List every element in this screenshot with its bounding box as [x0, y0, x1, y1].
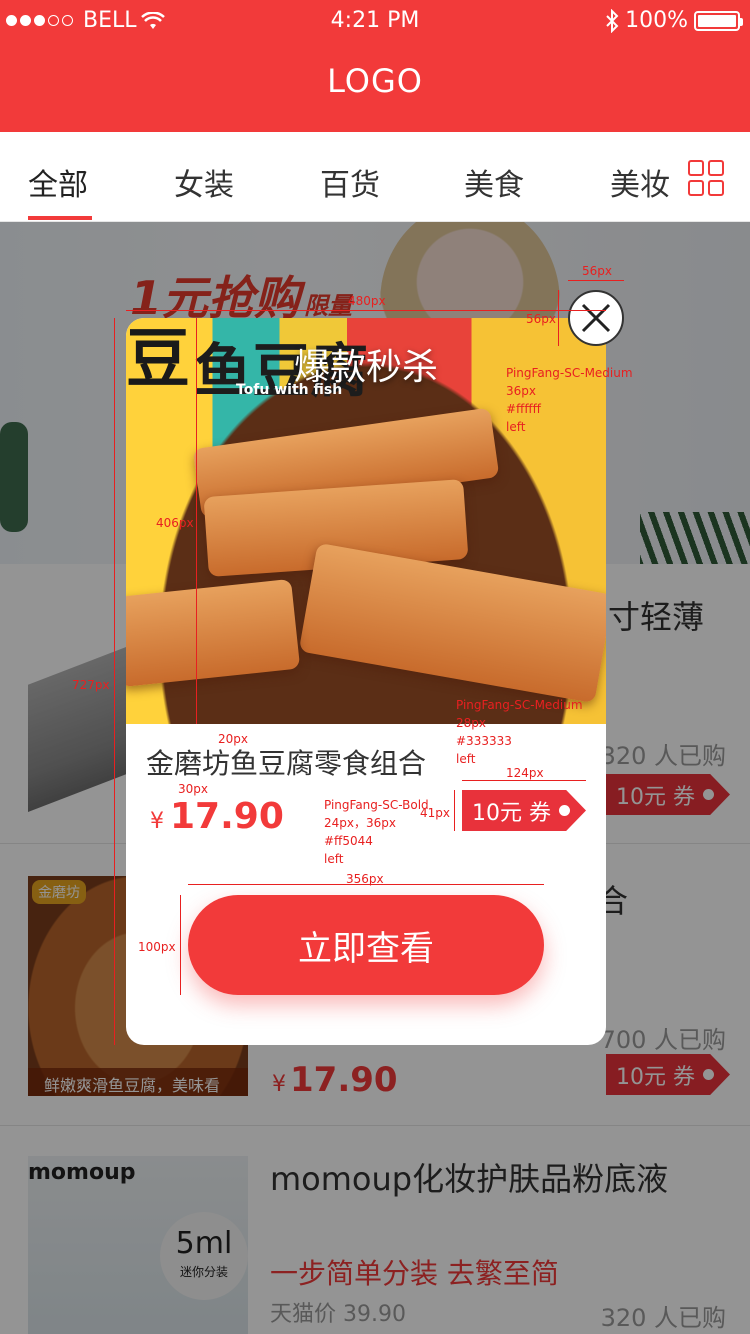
- dimension-line: [114, 318, 115, 1045]
- tab-beauty[interactable]: 美妆: [610, 160, 670, 204]
- status-bar: BELL 4:21 PM 100%: [0, 0, 750, 40]
- tofu-piece: [126, 578, 301, 688]
- close-popup-button[interactable]: [568, 290, 624, 346]
- dimension-line: [568, 280, 624, 281]
- dimension-line: [196, 318, 197, 724]
- dimension-line: [558, 290, 559, 346]
- dimension-label: 56px: [582, 264, 612, 278]
- dimension-label: 100px: [138, 940, 176, 954]
- dimension-line: [454, 790, 455, 831]
- tab-food[interactable]: 美食: [464, 160, 524, 204]
- font-spec-price: PingFang-SC-Bold 24px，36px #ff5044 left: [324, 798, 429, 866]
- popup-coupon-badge[interactable]: 10元 券: [462, 790, 586, 831]
- dimension-label: 56px: [526, 312, 556, 326]
- battery-icon: [694, 10, 743, 31]
- dimension-line: [180, 895, 181, 995]
- all-categories-grid-icon[interactable]: [688, 160, 724, 196]
- close-icon: [581, 303, 611, 333]
- font-spec-heading: PingFang-SC-Medium 36px #ffffff left: [506, 366, 633, 434]
- dimension-label: 356px: [346, 872, 384, 886]
- popup-product-name: 金磨坊鱼豆腐零食组合: [146, 747, 427, 780]
- dimension-label: 727px: [72, 678, 110, 692]
- font-spec-product-name: PingFang-SC-Medium 28px #333333 left: [456, 698, 583, 766]
- dimension-label: 406px: [156, 516, 194, 530]
- top-bar: BELL 4:21 PM 100% LOGO: [0, 0, 750, 132]
- active-tab-indicator: [28, 216, 92, 220]
- view-now-button[interactable]: 立即查看: [188, 895, 544, 995]
- dimension-label: 480px: [348, 294, 386, 308]
- status-right: 100%: [605, 8, 743, 33]
- dimension-label: 20px: [218, 732, 248, 746]
- app-logo: LOGO: [327, 62, 423, 100]
- tab-women[interactable]: 女装: [174, 160, 234, 204]
- battery-percent: 100%: [625, 8, 688, 33]
- tofu-piece: [298, 542, 606, 704]
- popup-price: ¥17.90: [150, 796, 284, 837]
- category-tabs: 全部 女装 百货 美食 美妆: [0, 132, 750, 222]
- bluetooth-icon: [606, 8, 619, 33]
- tab-all[interactable]: 全部: [28, 160, 88, 204]
- tab-general[interactable]: 百货: [320, 160, 380, 204]
- dimension-label: 30px: [178, 782, 208, 796]
